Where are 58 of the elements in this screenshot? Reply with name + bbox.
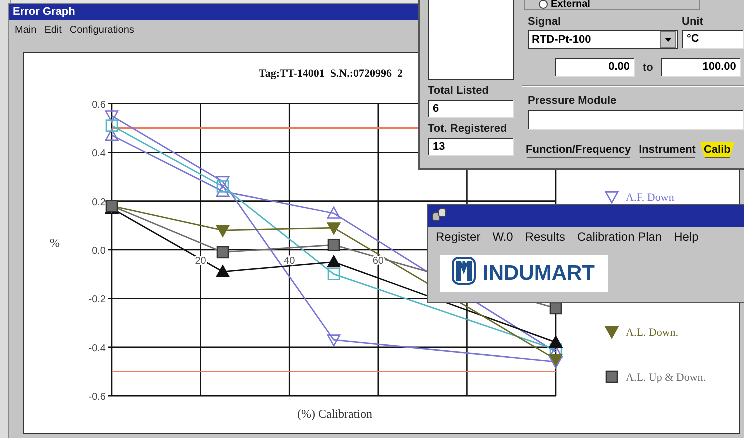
data-marker bbox=[216, 180, 230, 193]
field-label: Total Listed bbox=[428, 85, 490, 97]
data-marker bbox=[216, 264, 230, 278]
menu-item[interactable]: Calibration Plan bbox=[577, 230, 662, 244]
menu-item[interactable]: Help bbox=[674, 230, 699, 244]
data-marker bbox=[326, 254, 342, 268]
menu-item[interactable]: Main bbox=[15, 24, 37, 36]
pressure-module-field[interactable] bbox=[528, 110, 744, 130]
tab[interactable]: Calib bbox=[700, 142, 735, 158]
data-marker bbox=[326, 334, 342, 348]
menu-item[interactable]: Edit bbox=[44, 24, 62, 36]
axis-title: % bbox=[50, 236, 60, 250]
legend-marker-icon bbox=[604, 326, 620, 340]
menu-item[interactable]: Register bbox=[436, 230, 481, 244]
field-label: Pressure Module bbox=[528, 95, 618, 107]
menu-item[interactable]: W.0 bbox=[492, 230, 514, 244]
axis-tick-label: -0.4 bbox=[88, 343, 106, 354]
axis-tick-label: 0.2 bbox=[92, 197, 106, 208]
axis-tick-label: 0.6 bbox=[92, 100, 106, 111]
axis-tick-label: -0.2 bbox=[88, 294, 106, 306]
logo-text: INDUMART bbox=[483, 262, 595, 286]
radio-button[interactable] bbox=[539, 0, 548, 9]
data-marker bbox=[216, 225, 230, 238]
legend-label: A.F. Down bbox=[626, 192, 674, 204]
signal-dropdown[interactable]: RTD-Pt-100 bbox=[528, 30, 678, 49]
unit-field[interactable]: °C bbox=[682, 30, 744, 49]
data-marker bbox=[548, 354, 564, 367]
data-marker bbox=[548, 356, 564, 370]
data-marker bbox=[216, 184, 230, 198]
axis-title: (%) Calibration bbox=[298, 407, 372, 421]
menu-item[interactable]: Configurations bbox=[70, 24, 134, 36]
data-marker bbox=[104, 110, 120, 124]
menu-item[interactable]: Results bbox=[525, 230, 566, 244]
range-min-field[interactable]: 0.00 bbox=[555, 58, 635, 77]
legend-label: A.L. Down. bbox=[626, 327, 679, 339]
axis-tick-label: -0.6 bbox=[88, 392, 106, 404]
data-marker bbox=[216, 176, 230, 190]
legend-marker-icon bbox=[606, 370, 618, 384]
range-max-field[interactable]: 100.00 bbox=[661, 58, 742, 77]
data-marker bbox=[106, 120, 118, 132]
field-label: Tot. Registered bbox=[428, 123, 508, 135]
app-icon bbox=[432, 208, 448, 224]
axis-tick-label: 0.0 bbox=[92, 246, 106, 257]
count-field: 13 bbox=[428, 138, 514, 156]
legend-marker-icon bbox=[604, 192, 620, 204]
data-marker bbox=[104, 128, 120, 141]
range-separator: to bbox=[643, 62, 654, 74]
list-box[interactable] bbox=[428, 0, 514, 80]
data-marker bbox=[216, 246, 230, 259]
chart-heading: Tag:TT-14001 S.N.:0720996 2 bbox=[259, 68, 404, 80]
data-marker bbox=[550, 302, 562, 315]
count-field: 6 bbox=[428, 100, 514, 118]
data-marker bbox=[328, 268, 340, 280]
legend-label: A.L. Up & Down. bbox=[626, 372, 706, 384]
data-marker bbox=[328, 238, 340, 252]
data-marker bbox=[326, 222, 342, 236]
axis-tick-label: 0.4 bbox=[92, 148, 106, 160]
data-marker bbox=[326, 206, 342, 219]
